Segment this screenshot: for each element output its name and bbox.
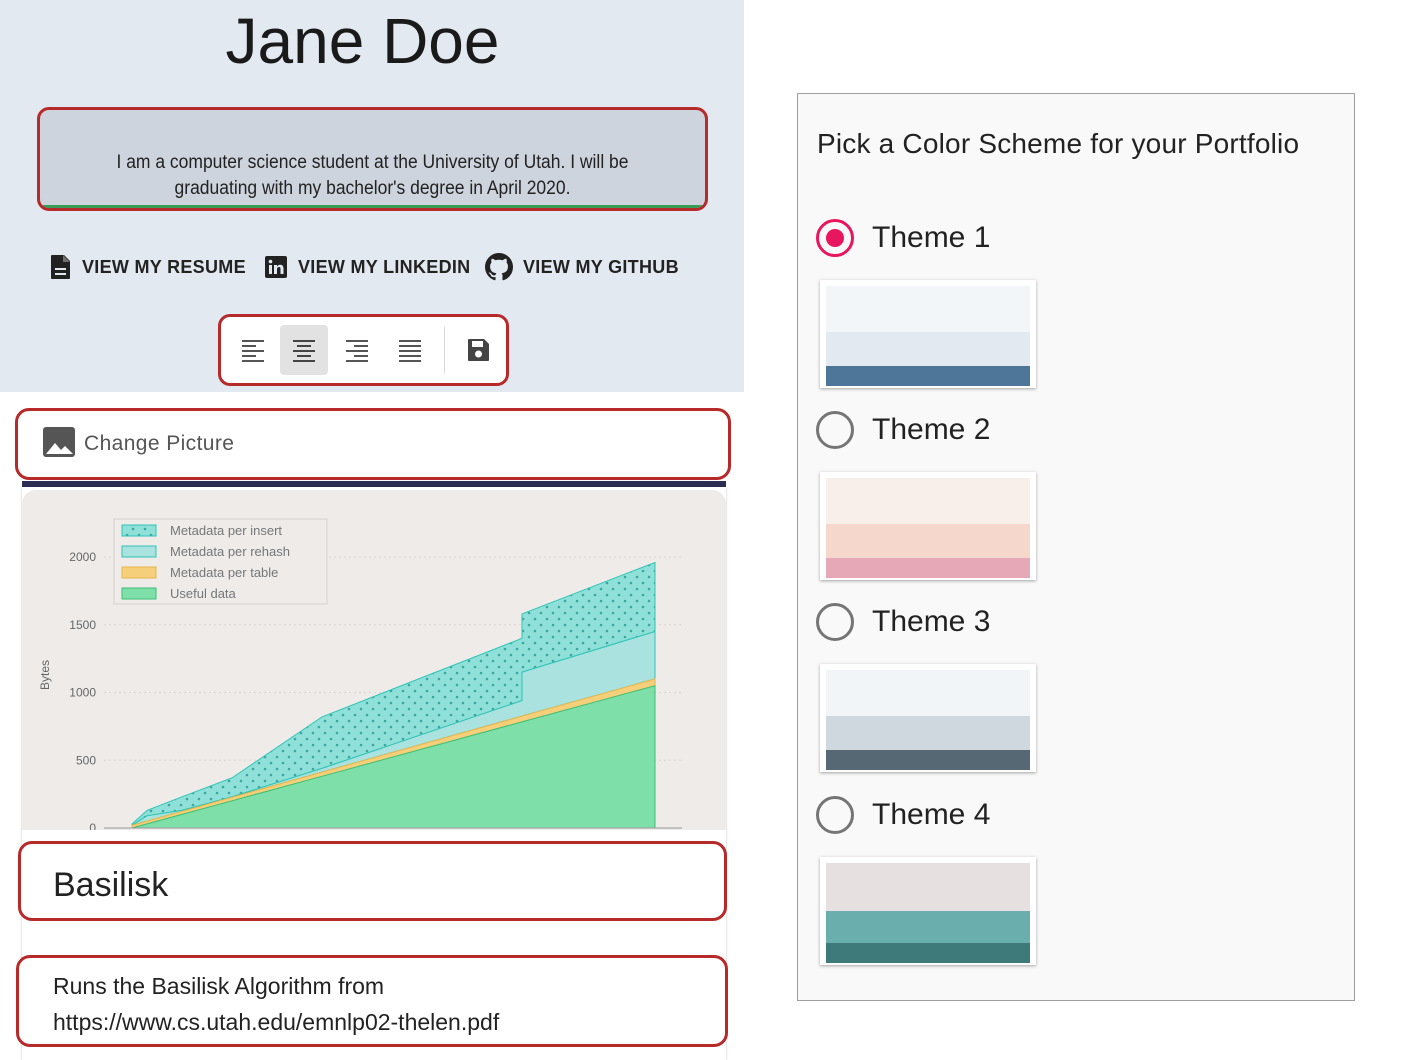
align-center-button[interactable] bbox=[280, 325, 328, 375]
legend-label: Metadata per table bbox=[170, 565, 278, 580]
align-justify-button[interactable] bbox=[386, 325, 434, 375]
portfolio-editor: Jane Doe I am a computer science student… bbox=[0, 0, 744, 1060]
theme-3-swatch[interactable] bbox=[820, 664, 1036, 772]
chart-legend: Metadata per insert Metadata per rehash Me… bbox=[113, 518, 328, 605]
align-justify-icon bbox=[399, 340, 421, 362]
resume-link[interactable]: VIEW MY RESUME bbox=[50, 252, 246, 282]
file-icon bbox=[50, 254, 72, 280]
swatch-band bbox=[826, 863, 1030, 911]
linkedin-link[interactable]: VIEW MY LINKEDIN bbox=[264, 252, 470, 282]
theme-4-radio[interactable] bbox=[816, 796, 854, 834]
legend-swatch bbox=[121, 545, 157, 558]
theme-1-option[interactable]: Theme 1 bbox=[816, 218, 990, 258]
swatch-band bbox=[826, 524, 1030, 558]
project-description-field[interactable]: Runs the Basilisk Algorithm from https:/… bbox=[16, 955, 728, 1047]
change-picture-button[interactable]: Change Picture bbox=[15, 408, 731, 480]
legend-label: Metadata per insert bbox=[170, 523, 282, 538]
linkedin-link-label: VIEW MY LINKEDIN bbox=[298, 256, 471, 277]
align-center-icon bbox=[293, 340, 315, 362]
project-chart: 2000 1500 1000 500 0 Bytes Metadata per inse… bbox=[38, 518, 682, 830]
swatch-band bbox=[826, 670, 1030, 716]
theme-2-option[interactable]: Theme 2 bbox=[816, 410, 990, 450]
theme-3-label: Theme 3 bbox=[872, 605, 991, 638]
resume-link-label: VIEW MY RESUME bbox=[82, 256, 246, 277]
y-tick-label: 1500 bbox=[69, 618, 96, 632]
github-icon bbox=[485, 253, 513, 281]
swatch-band bbox=[826, 366, 1030, 386]
image-icon bbox=[42, 425, 76, 464]
theme-4-option[interactable]: Theme 4 bbox=[816, 795, 990, 835]
swatch-band bbox=[826, 332, 1030, 366]
swatch-band bbox=[826, 943, 1030, 963]
project-title[interactable]: Basilisk bbox=[53, 866, 168, 905]
color-scheme-heading: Pick a Color Scheme for your Portfolio bbox=[817, 128, 1300, 159]
project-title-field[interactable]: Basilisk bbox=[18, 841, 727, 921]
theme-1-swatch[interactable] bbox=[820, 280, 1036, 388]
legend-label: Metadata per rehash bbox=[170, 544, 290, 559]
theme-2-label: Theme 2 bbox=[872, 413, 991, 446]
bio-field[interactable]: I am a computer science student at the U… bbox=[37, 107, 708, 211]
project-picture: 2000 1500 1000 500 0 Bytes Metadata per inse… bbox=[22, 490, 726, 830]
swatch-band bbox=[826, 558, 1030, 578]
theme-1-radio[interactable] bbox=[816, 219, 854, 257]
theme-4-label: Theme 4 bbox=[872, 798, 991, 831]
y-tick-label: 0 bbox=[89, 821, 96, 830]
bio-underline bbox=[40, 205, 705, 208]
legend-swatch bbox=[121, 587, 157, 600]
toolbar-divider bbox=[444, 327, 445, 373]
save-button[interactable] bbox=[454, 325, 502, 375]
theme-3-radio[interactable] bbox=[816, 603, 854, 641]
text-align-toolbar bbox=[218, 314, 509, 386]
swatch-band bbox=[826, 750, 1030, 770]
change-picture-label: Change Picture bbox=[84, 432, 235, 455]
align-right-button[interactable] bbox=[333, 325, 381, 375]
theme-2-radio[interactable] bbox=[816, 411, 854, 449]
align-right-icon bbox=[346, 340, 368, 362]
github-link-label: VIEW MY GITHUB bbox=[523, 256, 679, 277]
align-left-icon bbox=[242, 340, 264, 362]
project-description[interactable]: Runs the Basilisk Algorithm from https:/… bbox=[53, 968, 705, 1040]
y-tick-label: 500 bbox=[76, 753, 96, 767]
legend-label: Useful data bbox=[170, 586, 237, 601]
swatch-band bbox=[826, 478, 1030, 524]
theme-1-label: Theme 1 bbox=[872, 221, 991, 254]
y-tick-label: 2000 bbox=[69, 550, 96, 564]
y-tick-label: 1000 bbox=[69, 686, 96, 700]
github-link[interactable]: VIEW MY GITHUB bbox=[485, 252, 679, 282]
profile-name[interactable]: Jane Doe bbox=[0, 2, 725, 80]
legend-swatch bbox=[121, 566, 157, 579]
color-scheme-panel: Pick a Color Scheme for your Portfolio T… bbox=[797, 93, 1355, 1001]
bio-text[interactable]: I am a computer science student at the U… bbox=[85, 150, 660, 202]
swatch-band bbox=[826, 716, 1030, 750]
linkedin-icon bbox=[264, 255, 288, 279]
theme-4-swatch[interactable] bbox=[820, 857, 1036, 965]
align-left-button[interactable] bbox=[229, 325, 277, 375]
save-icon bbox=[468, 339, 489, 361]
swatch-band bbox=[826, 286, 1030, 332]
legend-swatch bbox=[121, 524, 157, 537]
swatch-band bbox=[826, 911, 1030, 943]
y-axis-label: Bytes bbox=[38, 660, 52, 690]
theme-3-option[interactable]: Theme 3 bbox=[816, 602, 990, 642]
theme-2-swatch[interactable] bbox=[820, 472, 1036, 580]
